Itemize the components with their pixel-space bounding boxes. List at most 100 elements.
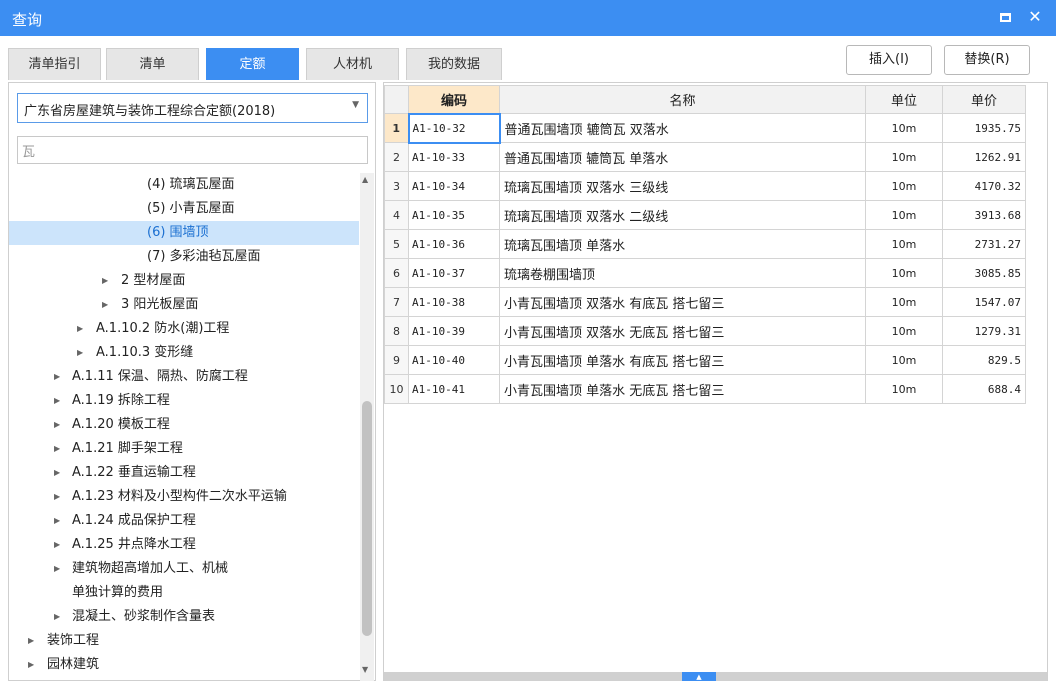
price-cell[interactable]: 1262.91 (942, 142, 1026, 172)
name-cell[interactable]: 小青瓦围墙顶 双落水 无底瓦 搭七留三 (499, 316, 866, 346)
tree-item[interactable]: ▶ A.1.24 成品保护工程 (9, 509, 359, 533)
expand-icon[interactable]: ▶ (54, 533, 60, 557)
scroll-up-icon[interactable]: ▲ (362, 175, 368, 184)
replace-button[interactable]: 替换(R) (944, 45, 1030, 75)
tree-item[interactable]: ▶ 3 阳光板屋面 (9, 293, 359, 317)
expand-icon[interactable]: ▶ (54, 389, 60, 413)
price-cell[interactable]: 3085.85 (942, 258, 1026, 288)
tree-item[interactable]: ▶ A.1.10.3 变形缝 (9, 341, 359, 365)
code-cell[interactable]: A1-10-39 (408, 316, 500, 346)
tree-item[interactable]: ▶ A.1.23 材料及小型构件二次水平运输 (9, 485, 359, 509)
close-icon[interactable]: ✕ (1026, 8, 1044, 26)
search-field[interactable] (17, 136, 368, 164)
expand-icon[interactable]: ▶ (54, 413, 60, 437)
tree-item[interactable]: 单独计算的费用 (9, 581, 359, 605)
tree-item[interactable]: ▶ A.1.22 垂直运输工程 (9, 461, 359, 485)
unit-cell[interactable]: 10m (865, 142, 943, 172)
insert-button[interactable]: 插入(I) (846, 45, 932, 75)
expand-icon[interactable]: ▶ (54, 461, 60, 485)
scrollbar-thumb[interactable] (362, 401, 372, 636)
unit-cell[interactable]: 10m (865, 229, 943, 259)
unit-cell[interactable]: 10m (865, 316, 943, 346)
tree-item[interactable]: ▶ 2 型材屋面 (9, 269, 359, 293)
splitter-bar[interactable]: ▲ (384, 672, 1047, 681)
column-header-price[interactable]: 单价 (942, 85, 1026, 114)
price-cell[interactable]: 1935.75 (942, 113, 1026, 143)
tab-my-data[interactable]: 我的数据 (406, 48, 502, 80)
name-cell[interactable]: 琉璃卷棚围墙顶 (499, 258, 866, 288)
table-row[interactable]: 5 A1-10-36 琉璃瓦围墙顶 单落水 10m 2731.27 (384, 229, 1026, 259)
code-cell[interactable]: A1-10-33 (408, 142, 500, 172)
scroll-down-icon[interactable]: ▼ (362, 665, 368, 674)
unit-cell[interactable]: 10m (865, 374, 943, 404)
name-cell[interactable]: 普通瓦围墙顶 辘筒瓦 双落水 (499, 113, 866, 143)
unit-cell[interactable]: 10m (865, 258, 943, 288)
price-cell[interactable]: 2731.27 (942, 229, 1026, 259)
table-row[interactable]: 2 A1-10-33 普通瓦围墙顶 辘筒瓦 单落水 10m 1262.91 (384, 142, 1026, 172)
tree-item[interactable]: ▶ 装饰工程 (9, 629, 359, 653)
expand-icon[interactable]: ▶ (77, 341, 83, 365)
name-cell[interactable]: 小青瓦围墙顶 双落水 有底瓦 搭七留三 (499, 287, 866, 317)
name-cell[interactable]: 小青瓦围墙顶 单落水 有底瓦 搭七留三 (499, 345, 866, 375)
price-cell[interactable]: 1547.07 (942, 287, 1026, 317)
table-row[interactable]: 4 A1-10-35 琉璃瓦围墙顶 双落水 二级线 10m 3913.68 (384, 200, 1026, 230)
tab-bill-guide[interactable]: 清单指引 (8, 48, 101, 80)
tree-item[interactable]: ▶ A.1.19 拆除工程 (9, 389, 359, 413)
code-cell[interactable]: A1-10-32 (407, 112, 501, 144)
unit-cell[interactable]: 10m (865, 287, 943, 317)
expand-icon[interactable]: ▶ (28, 629, 34, 653)
expand-icon[interactable]: ▶ (54, 557, 60, 581)
tree-item[interactable]: ▶ 混凝土、砂浆制作含量表 (9, 605, 359, 629)
tree-item[interactable]: (4) 琉璃瓦屋面 (9, 173, 359, 197)
maximize-icon[interactable] (996, 8, 1014, 26)
code-cell[interactable]: A1-10-35 (408, 200, 500, 230)
expand-icon[interactable]: ▶ (54, 437, 60, 461)
tree-item[interactable]: ▶ A.1.10.2 防水(潮)工程 (9, 317, 359, 341)
table-row[interactable]: 1 A1-10-32 普通瓦围墙顶 辘筒瓦 双落水 10m 1935.75 (384, 112, 1026, 144)
tree-item[interactable]: ▶ A.1.11 保温、隔热、防腐工程 (9, 365, 359, 389)
name-cell[interactable]: 琉璃瓦围墙顶 双落水 三级线 (499, 171, 866, 201)
price-cell[interactable]: 3913.68 (942, 200, 1026, 230)
tree-item[interactable]: ▶ 建筑物超高增加人工、机械 (9, 557, 359, 581)
column-header-name[interactable]: 名称 (499, 85, 866, 114)
price-cell[interactable]: 688.4 (942, 374, 1026, 404)
table-row[interactable]: 9 A1-10-40 小青瓦围墙顶 单落水 有底瓦 搭七留三 10m 829.5 (384, 345, 1026, 375)
tab-quota[interactable]: 定额 (206, 48, 299, 80)
code-cell[interactable]: A1-10-40 (408, 345, 500, 375)
name-cell[interactable]: 小青瓦围墙顶 单落水 无底瓦 搭七留三 (499, 374, 866, 404)
table-row[interactable]: 10 A1-10-41 小青瓦围墙顶 单落水 无底瓦 搭七留三 10m 688.… (384, 374, 1026, 404)
name-cell[interactable]: 普通瓦围墙顶 辘筒瓦 单落水 (499, 142, 866, 172)
expand-icon[interactable]: ▶ (54, 485, 60, 509)
code-cell[interactable]: A1-10-38 (408, 287, 500, 317)
name-cell[interactable]: 琉璃瓦围墙顶 双落水 二级线 (499, 200, 866, 230)
expand-icon[interactable]: ▶ (102, 269, 108, 293)
quota-library-select[interactable]: 广东省房屋建筑与装饰工程综合定额(2018) ▼ (17, 93, 368, 123)
table-row[interactable]: 7 A1-10-38 小青瓦围墙顶 双落水 有底瓦 搭七留三 10m 1547.… (384, 287, 1026, 317)
unit-cell[interactable]: 10m (865, 171, 943, 201)
tree-item[interactable]: ▶ 园林建筑 (9, 653, 359, 677)
code-cell[interactable]: A1-10-41 (408, 374, 500, 404)
tree-item[interactable]: ▶ A.1.21 脚手架工程 (9, 437, 359, 461)
code-cell[interactable]: A1-10-34 (408, 171, 500, 201)
expand-icon[interactable]: ▶ (28, 653, 34, 677)
search-input[interactable] (22, 140, 352, 160)
splitter-grip-icon[interactable]: ▲ (682, 672, 716, 681)
unit-cell[interactable]: 10m (865, 113, 943, 143)
expand-icon[interactable]: ▶ (54, 365, 60, 389)
price-cell[interactable]: 829.5 (942, 345, 1026, 375)
table-row[interactable]: 6 A1-10-37 琉璃卷棚围墙顶 10m 3085.85 (384, 258, 1026, 288)
price-cell[interactable]: 1279.31 (942, 316, 1026, 346)
price-cell[interactable]: 4170.32 (942, 171, 1026, 201)
column-header-code[interactable]: 编码 (408, 85, 500, 114)
unit-cell[interactable]: 10m (865, 345, 943, 375)
code-cell[interactable]: A1-10-37 (408, 258, 500, 288)
expand-icon[interactable]: ▶ (54, 605, 60, 629)
tree-item[interactable]: (7) 多彩油毡瓦屋面 (9, 245, 359, 269)
table-row[interactable]: 3 A1-10-34 琉璃瓦围墙顶 双落水 三级线 10m 4170.32 (384, 171, 1026, 201)
expand-icon[interactable]: ▶ (102, 293, 108, 317)
tree-item-selected[interactable]: (6) 围墙顶 (9, 221, 359, 245)
column-header-unit[interactable]: 单位 (865, 85, 943, 114)
code-cell[interactable]: A1-10-36 (408, 229, 500, 259)
expand-icon[interactable]: ▶ (54, 509, 60, 533)
tab-labor-material-machine[interactable]: 人材机 (306, 48, 399, 80)
